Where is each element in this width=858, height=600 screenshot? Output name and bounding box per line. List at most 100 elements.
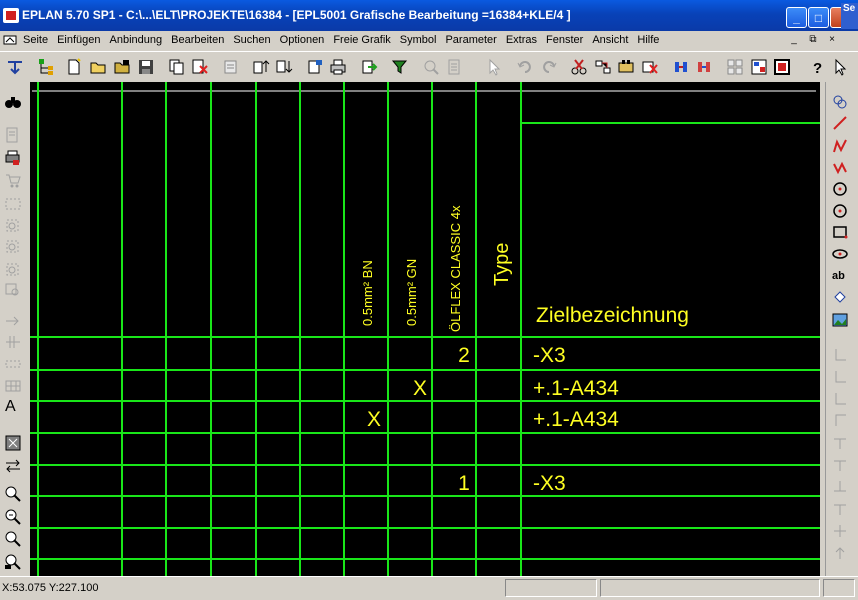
zigzag-icon[interactable] [832,160,848,176]
filter-icon[interactable] [391,58,409,76]
menu-item-hilfe[interactable]: Hilfe [637,34,659,46]
zoom-out-icon[interactable] [4,531,22,547]
eplan-app-icon[interactable] [3,8,19,23]
layer-grid-icon[interactable] [4,435,22,451]
circle-icon[interactable] [832,181,848,197]
cut-connection-icon[interactable] [570,58,588,76]
page-down-icon[interactable] [275,58,293,76]
symbol-select-icon[interactable] [4,218,22,234]
fill-icon[interactable] [832,289,848,305]
zoom-window-icon[interactable] [4,509,22,525]
menu-item-symbol[interactable]: Symbol [400,34,437,46]
copy-icon[interactable] [168,58,186,76]
search-symbol-icon[interactable] [4,282,22,298]
save-icon[interactable] [137,58,155,76]
export-icon[interactable] [360,58,378,76]
delete-symbol-icon[interactable] [641,58,659,76]
minimize-button[interactable]: _ [786,7,807,28]
page-settings-icon[interactable] [306,58,324,76]
connector-icon[interactable] [4,356,22,372]
menu-item-seite[interactable]: Seite [23,34,48,46]
help-pointer-icon[interactable]: ? [810,58,828,76]
circle-center-icon[interactable] [832,203,848,219]
corner-tool-4-icon[interactable] [832,413,848,429]
menu-item-optionen[interactable]: Optionen [280,34,325,46]
block-selection-icon[interactable] [4,196,22,212]
arrow-right-icon[interactable] [4,313,22,329]
open-project-icon[interactable] [114,58,132,76]
zoom-in-icon[interactable] [4,486,22,502]
terminal-diagram[interactable]: 0.5mm² BN 0.5mm² GN ÖLFLEX CLASSIC 4x Type Z… [30,82,820,576]
tree-structure-icon[interactable] [38,58,56,76]
adjacent-window-tab[interactable]: Se [841,3,858,29]
corner-tool-2-icon[interactable] [832,369,848,385]
menu-item-bearbeiten[interactable]: Bearbeiten [171,34,224,46]
maximize-button[interactable]: □ [808,7,829,28]
corner-tool-1-icon[interactable] [832,347,848,363]
delete-page-icon[interactable] [191,58,209,76]
mdi-restore-button[interactable]: ⧉ [805,33,821,47]
page-properties-icon[interactable] [4,127,22,143]
ellipse-icon[interactable] [832,246,848,262]
menu-item-suchen[interactable]: Suchen [233,34,270,46]
context-help-icon[interactable] [833,58,851,76]
symbol-cart-icon[interactable] [4,172,22,188]
arrow-up-tool-icon[interactable] [832,545,848,561]
document-disabled-icon[interactable] [445,58,463,76]
page-up-icon[interactable] [252,58,270,76]
macro-grid-icon[interactable] [726,58,744,76]
row-0-target: -X3 [533,344,566,367]
menu-bar: Seite Einfügen Anbindung Bearbeiten Suchen Op… [0,31,858,51]
parallel-lines-icon[interactable] [4,334,22,350]
symbol-move-icon[interactable] [4,262,22,278]
pointer-icon[interactable] [485,58,503,76]
printer-settings-icon[interactable] [4,150,22,166]
corner-tool-3-icon[interactable] [832,391,848,407]
mdi-close-button[interactable]: × [824,33,840,47]
tee-tool-3-icon[interactable] [832,479,848,495]
new-page-icon[interactable] [65,58,83,76]
menu-item-anbindung[interactable]: Anbindung [110,34,163,46]
select-frame-icon[interactable] [6,58,24,76]
header-oelflex: ÖLFLEX CLASSIC 4x [448,205,463,332]
menu-item-fenster[interactable]: Fenster [546,34,583,46]
zoom-disabled-icon[interactable] [422,58,440,76]
header-type: Type [491,243,513,286]
rectangle-icon[interactable] [832,224,848,240]
document-system-menu-icon[interactable] [3,34,17,47]
overview-window-icon[interactable] [773,58,791,76]
terminal-block-icon[interactable] [617,58,635,76]
contact-link-icon[interactable] [695,58,713,76]
window-layout-icon[interactable] [750,58,768,76]
contact-icon[interactable] [672,58,690,76]
tee-tool-4-icon[interactable] [832,501,848,517]
binoculars-icon[interactable] [4,94,22,110]
drawing-canvas[interactable]: 0.5mm² BN 0.5mm² GN ÖLFLEX CLASSIC 4x Type Z… [30,82,820,576]
symbol-insert-icon[interactable] [4,239,22,255]
image-insert-icon[interactable] [832,312,848,328]
menu-item-freie-grafik[interactable]: Freie Grafik [333,34,390,46]
print-icon[interactable] [329,58,347,76]
tee-tool-1-icon[interactable] [832,435,848,451]
mdi-minimize-button[interactable]: _ [786,33,802,47]
tee-tool-2-icon[interactable] [832,457,848,473]
text-tool-icon[interactable]: A [5,398,16,416]
menu-item-parameter[interactable]: Parameter [445,34,496,46]
menu-item-einfügen[interactable]: Einfügen [57,34,100,46]
line-draw-icon[interactable] [832,115,848,131]
open-folder-icon[interactable] [90,58,108,76]
menu-item-ansicht[interactable]: Ansicht [592,34,628,46]
properties-icon[interactable] [222,58,240,76]
rotate-symbol-icon[interactable] [832,94,848,110]
grid-table-icon[interactable] [4,378,22,394]
connections-icon[interactable] [594,58,612,76]
undo-icon[interactable] [516,58,534,76]
menu-item-extras[interactable]: Extras [506,34,537,46]
text-label-icon[interactable]: ab [832,270,845,282]
status-bar: X:53.075 Y:227.100 [0,576,858,600]
zoom-all-icon[interactable] [4,554,22,570]
swap-arrows-icon[interactable] [4,458,22,474]
redo-icon[interactable] [540,58,558,76]
polyline-icon[interactable] [832,138,848,154]
cross-tool-icon[interactable] [832,523,848,539]
